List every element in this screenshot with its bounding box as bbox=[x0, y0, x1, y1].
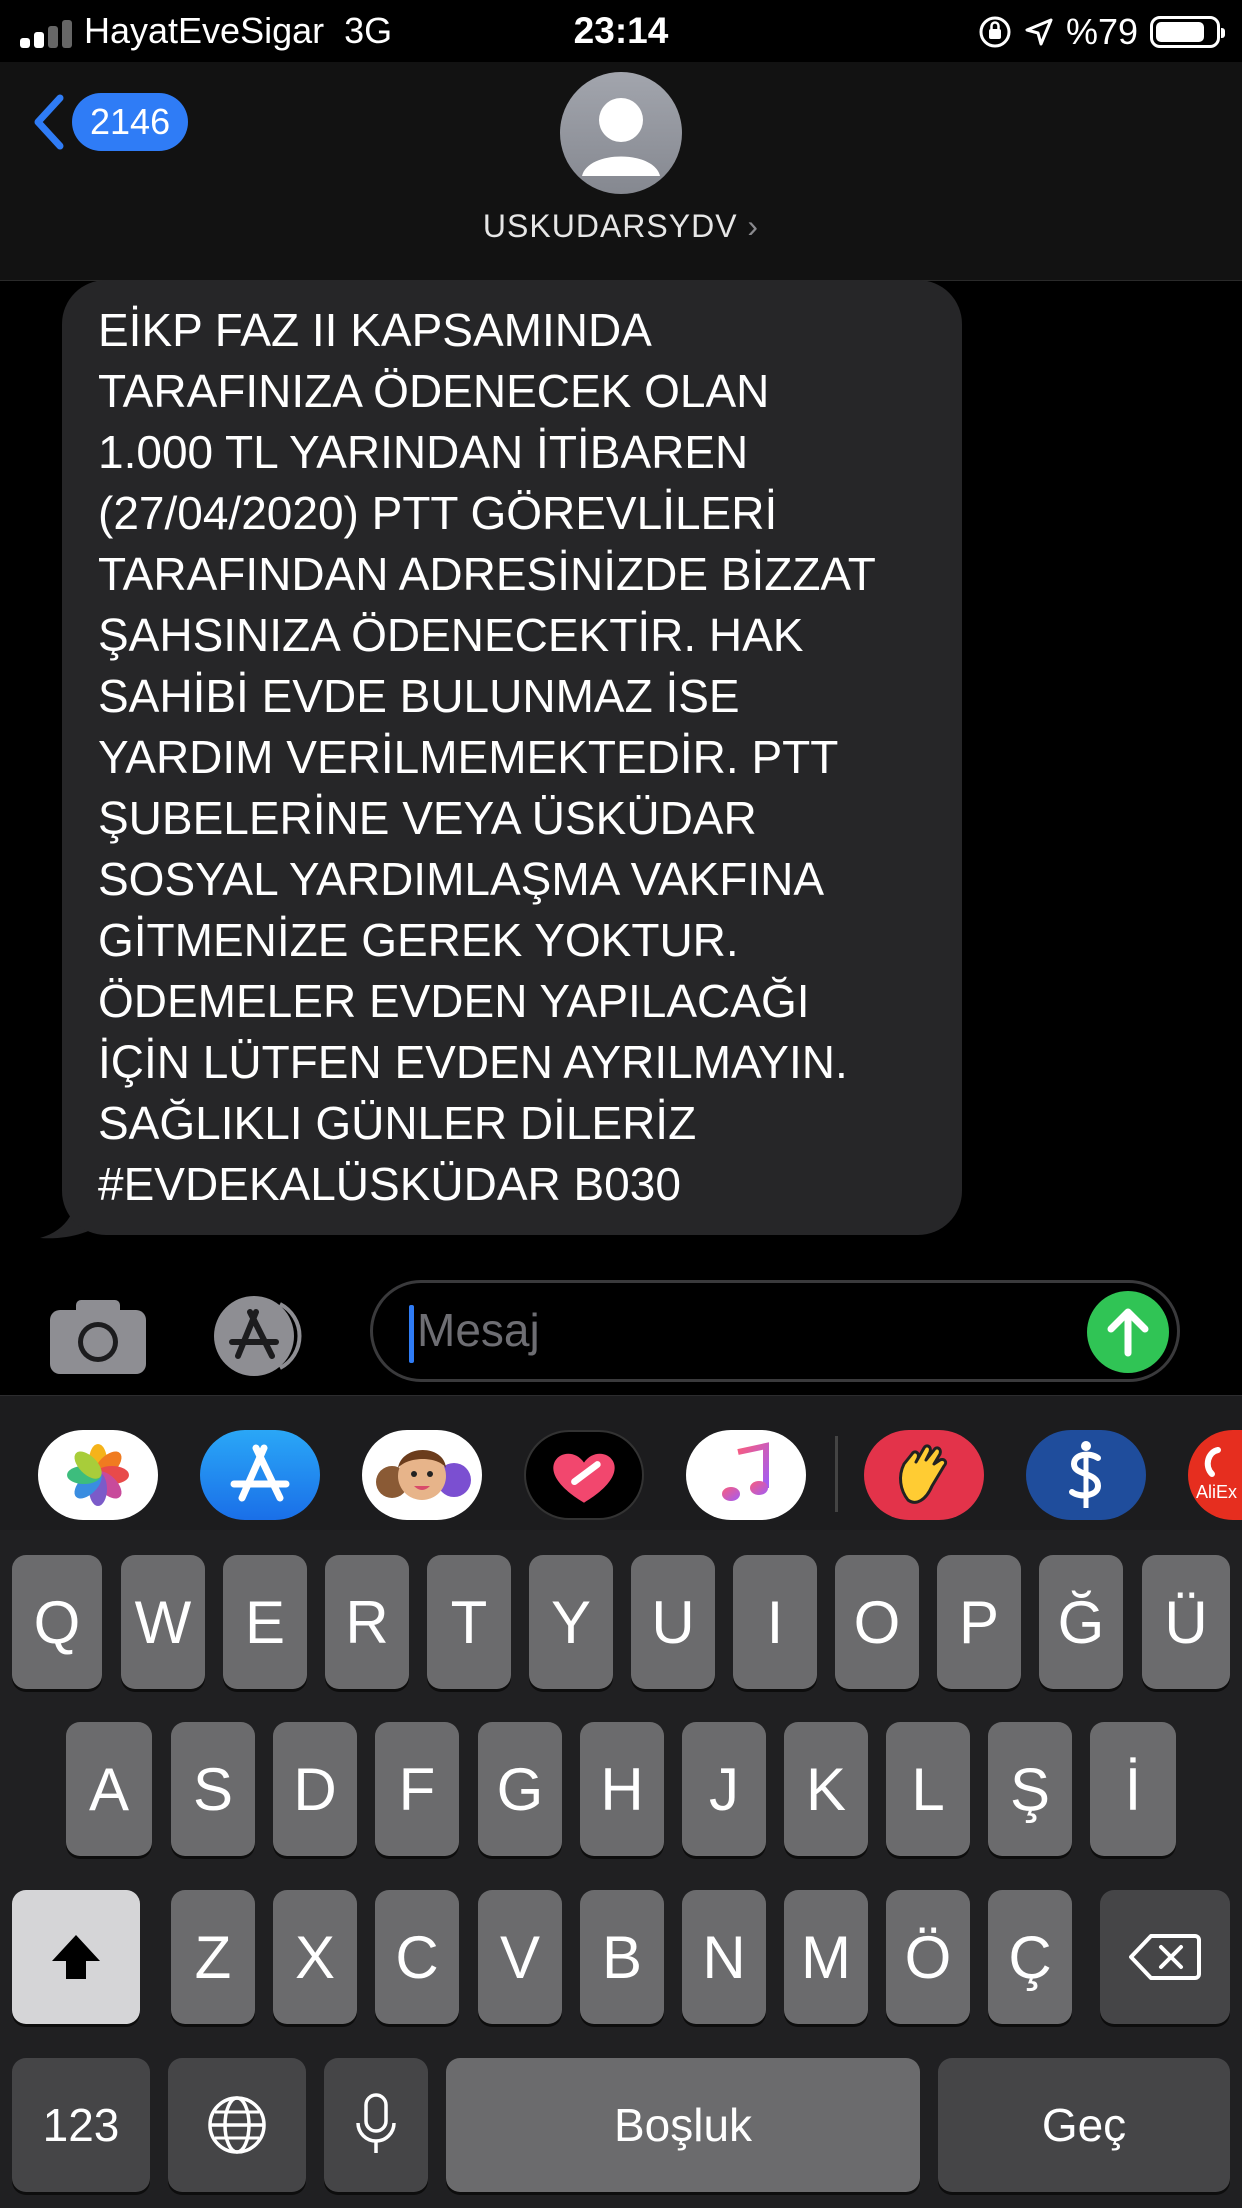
imessage-app-drawer: AliEx bbox=[0, 1395, 1242, 1531]
key-s[interactable]: S bbox=[171, 1722, 255, 1856]
message-input[interactable]: Mesaj bbox=[370, 1280, 1180, 1382]
memoji-app-icon[interactable] bbox=[362, 1430, 482, 1520]
contact-name-button[interactable]: USKUDARSYDV › bbox=[0, 208, 1242, 245]
isbank-app-icon[interactable] bbox=[1026, 1430, 1146, 1520]
wave-app-icon[interactable] bbox=[864, 1430, 984, 1520]
digital-touch-app-icon[interactable] bbox=[524, 1430, 644, 1520]
chevron-right-icon: › bbox=[747, 208, 760, 244]
key-z[interactable]: Z bbox=[171, 1890, 255, 2024]
key-g-breve[interactable]: Ğ bbox=[1039, 1555, 1123, 1689]
heart-icon bbox=[553, 1453, 615, 1503]
shift-key[interactable] bbox=[12, 1890, 140, 2024]
photos-app-icon[interactable] bbox=[38, 1430, 158, 1520]
key-y[interactable]: Y bbox=[529, 1555, 613, 1689]
space-key[interactable]: Boşluk bbox=[446, 2058, 920, 2192]
aliexpress-label: AliEx bbox=[1196, 1482, 1238, 1502]
memoji-faces-icon bbox=[376, 1450, 471, 1500]
app-store-icon[interactable] bbox=[210, 1294, 318, 1378]
key-u[interactable]: U bbox=[631, 1555, 715, 1689]
text-cursor bbox=[409, 1305, 414, 1363]
shift-arrow-icon bbox=[52, 1935, 100, 1979]
music-note-icon bbox=[722, 1442, 769, 1501]
key-d[interactable]: D bbox=[273, 1722, 357, 1856]
microphone-icon bbox=[356, 2093, 396, 2153]
delete-backward-icon bbox=[1129, 1934, 1201, 1980]
key-a[interactable]: A bbox=[66, 1722, 152, 1856]
key-p[interactable]: P bbox=[937, 1555, 1021, 1689]
key-w[interactable]: W bbox=[121, 1555, 205, 1689]
key-m[interactable]: M bbox=[784, 1890, 868, 2024]
app-store-app-icon[interactable] bbox=[200, 1430, 320, 1520]
contact-name: USKUDARSYDV bbox=[482, 208, 738, 244]
drawer-separator bbox=[835, 1436, 838, 1512]
numbers-key[interactable]: 123 bbox=[12, 2058, 150, 2192]
key-c-cedilla[interactable]: Ç bbox=[988, 1890, 1072, 2024]
key-k[interactable]: K bbox=[784, 1722, 868, 1856]
music-app-icon[interactable] bbox=[686, 1430, 806, 1520]
key-q[interactable]: Q bbox=[12, 1555, 102, 1689]
camera-icon[interactable] bbox=[50, 1298, 146, 1376]
status-bar: HayatEveSigar 3G 23:14 %79 bbox=[0, 0, 1242, 62]
aliexpress-logo-icon bbox=[1204, 1447, 1221, 1477]
key-s-cedilla[interactable]: Ş bbox=[988, 1722, 1072, 1856]
key-u-umlaut[interactable]: Ü bbox=[1142, 1555, 1230, 1689]
globe-icon bbox=[208, 2096, 266, 2154]
keyboard: Q W E R T Y U I O P Ğ Ü A S D F G H J K … bbox=[0, 1530, 1242, 2208]
status-right: %79 bbox=[978, 10, 1225, 54]
photos-flower-icon bbox=[67, 1444, 129, 1506]
location-arrow-icon bbox=[1025, 18, 1053, 46]
key-i-dotted[interactable]: İ bbox=[1090, 1722, 1176, 1856]
key-e[interactable]: E bbox=[223, 1555, 307, 1689]
waving-hand-icon bbox=[899, 1444, 948, 1504]
unread-count-badge: 2146 bbox=[72, 93, 189, 151]
globe-key[interactable] bbox=[168, 2058, 306, 2192]
key-l[interactable]: L bbox=[886, 1722, 970, 1856]
return-key[interactable]: Geç bbox=[938, 2058, 1230, 2192]
key-v[interactable]: V bbox=[478, 1890, 562, 2024]
key-j[interactable]: J bbox=[682, 1722, 766, 1856]
isbank-logo-icon bbox=[1069, 1441, 1102, 1508]
app-store-a-icon bbox=[230, 1444, 290, 1502]
backspace-key[interactable] bbox=[1100, 1890, 1230, 2024]
composer-row: Mesaj bbox=[0, 1280, 1242, 1395]
message-placeholder: Mesaj bbox=[417, 1304, 540, 1356]
dictation-key[interactable] bbox=[324, 2058, 428, 2192]
conversation-header: 2146 USKUDARSYDV › bbox=[0, 62, 1242, 281]
aliexpress-app-icon[interactable]: AliEx bbox=[1188, 1430, 1242, 1520]
key-b[interactable]: B bbox=[580, 1890, 664, 2024]
key-c[interactable]: C bbox=[375, 1890, 459, 2024]
key-r[interactable]: R bbox=[325, 1555, 409, 1689]
back-button[interactable]: 2146 bbox=[30, 92, 189, 152]
key-n[interactable]: N bbox=[682, 1890, 766, 2024]
key-o[interactable]: O bbox=[835, 1555, 919, 1689]
battery-percentage: %79 bbox=[1065, 11, 1138, 52]
contact-avatar[interactable] bbox=[560, 72, 682, 194]
key-x[interactable]: X bbox=[273, 1890, 357, 2024]
orientation-lock-icon bbox=[979, 16, 1011, 48]
key-h[interactable]: H bbox=[580, 1722, 664, 1856]
send-button[interactable] bbox=[1087, 1291, 1169, 1373]
key-g[interactable]: G bbox=[478, 1722, 562, 1856]
message-thread: EİKP FAZ II KAPSAMINDA TARAFINIZA ÖDENEC… bbox=[0, 280, 1242, 1280]
key-t[interactable]: T bbox=[427, 1555, 511, 1689]
chevron-left-icon bbox=[34, 94, 64, 150]
key-o-umlaut[interactable]: Ö bbox=[886, 1890, 970, 2024]
arrow-up-icon bbox=[1107, 1308, 1149, 1357]
incoming-message-bubble[interactable]: EİKP FAZ II KAPSAMINDA TARAFINIZA ÖDENEC… bbox=[62, 280, 962, 1235]
key-f[interactable]: F bbox=[375, 1722, 459, 1856]
key-i[interactable]: I bbox=[733, 1555, 817, 1689]
battery-icon bbox=[1150, 16, 1225, 48]
person-silhouette-icon bbox=[582, 98, 660, 176]
